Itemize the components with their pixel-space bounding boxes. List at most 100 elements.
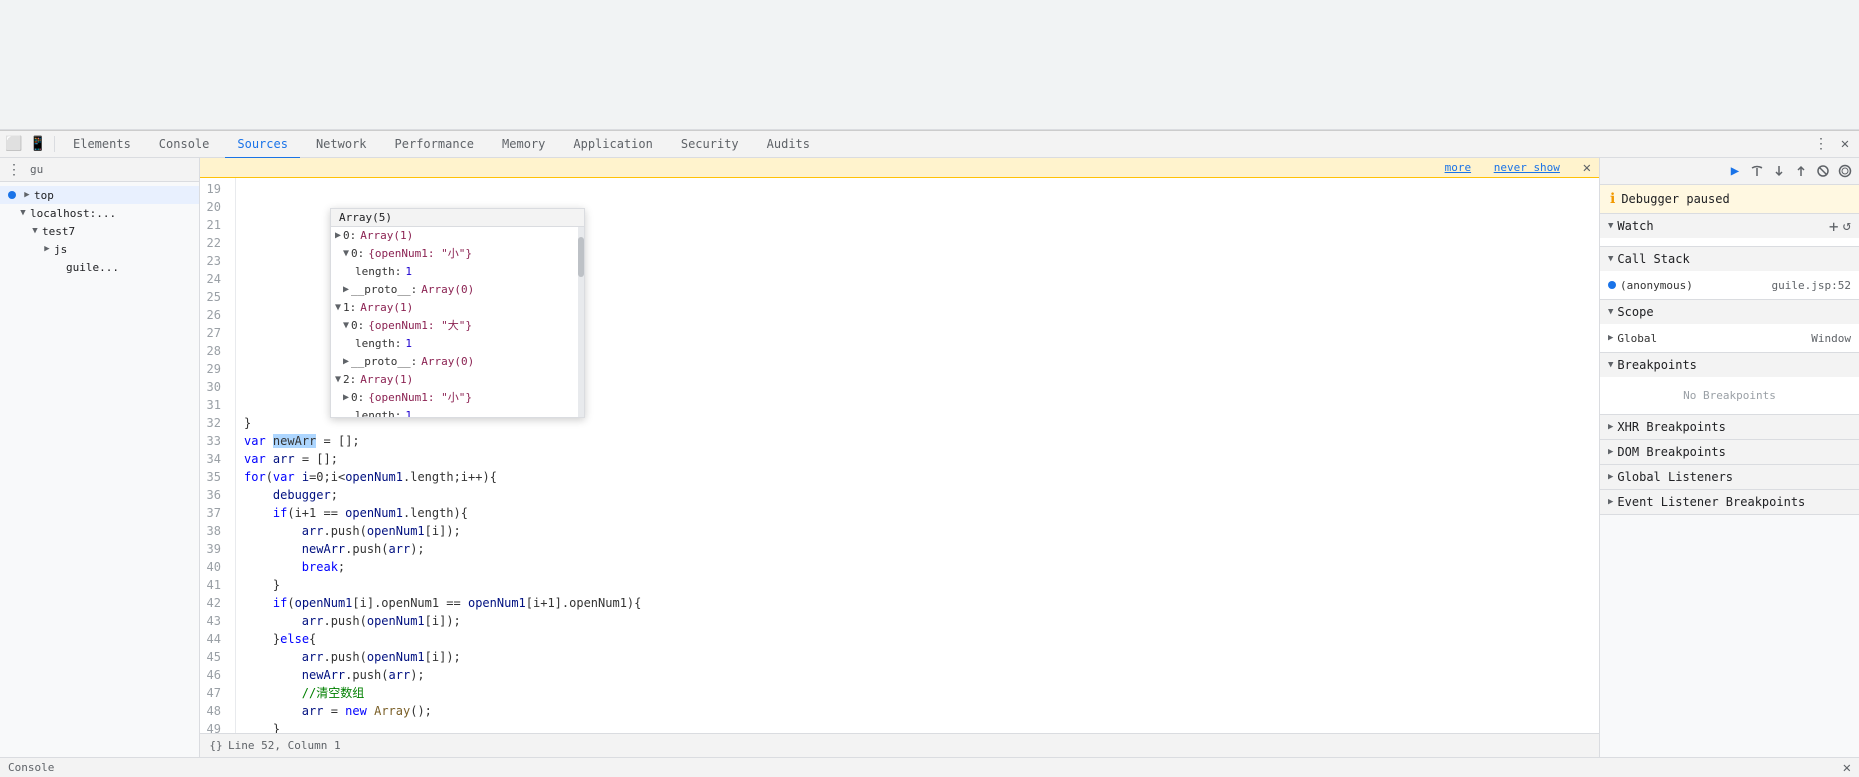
watch-refresh-btn[interactable]: ↺	[1843, 218, 1851, 234]
inspect-element-btn[interactable]: ⬜	[4, 134, 24, 154]
popup-arrow-4[interactable]: ▼	[335, 372, 341, 388]
tree-label-guile: guile...	[66, 261, 119, 274]
xhr-breakpoints-header[interactable]: ▶ XHR Breakpoints	[1600, 415, 1859, 439]
tree-item-top[interactable]: ▶ top	[0, 186, 199, 204]
debugger-panel: ▶	[1599, 158, 1859, 757]
deactivate-breakpoints-btn[interactable]	[1813, 161, 1833, 181]
watch-section-header[interactable]: ▼ Watch + ↺	[1600, 214, 1859, 238]
popup-key-proto-2: __proto__:	[351, 354, 417, 370]
devtools-tab-application[interactable]: Application	[561, 129, 664, 159]
devtools-tab-security[interactable]: Security	[669, 129, 751, 159]
popup-val-5: {openNum1: "小"}	[368, 390, 472, 406]
devtools-tab-network[interactable]: Network	[304, 129, 379, 159]
step-over-btn[interactable]	[1747, 161, 1767, 181]
tree-label-top: top	[34, 189, 54, 202]
popup-item-3[interactable]: ▼ 0: {openNum1: "大"}	[331, 317, 584, 335]
popup-item-1[interactable]: ▼ 0: {openNum1: "小"}	[331, 245, 584, 263]
watch-label: Watch	[1617, 219, 1653, 233]
scope-global-value: Window	[1811, 332, 1851, 345]
tree-arrow-js: ▶	[40, 242, 54, 256]
code-line-46: newArr.push(arr);	[244, 666, 1599, 684]
popup-val-0: Array(1)	[360, 228, 413, 244]
popup-arrow-2[interactable]: ▼	[335, 300, 341, 316]
notif-close-btn[interactable]: ✕	[1583, 160, 1591, 176]
sidebar-more-btn[interactable]: ⋮	[4, 160, 24, 180]
popup-arrow-5[interactable]: ▶	[343, 390, 349, 406]
current-file-label: gu	[26, 163, 47, 176]
event-label: Event Listener Breakpoints	[1617, 495, 1805, 509]
popup-key-2: 1:	[343, 300, 356, 316]
notif-never-link[interactable]: never show	[1494, 161, 1560, 174]
call-stack-content: (anonymous) guile.jsp:52	[1600, 271, 1859, 299]
tree-item-test7[interactable]: ▼ test7	[0, 222, 199, 240]
more-options-btn[interactable]: ⋮	[1811, 134, 1831, 154]
device-toggle-btn[interactable]: 📱	[28, 134, 48, 154]
popup-arrow-0[interactable]: ▶	[335, 228, 341, 244]
tree-arrow-guile: ▶	[52, 260, 66, 274]
popup-arrow-3[interactable]: ▼	[343, 318, 349, 334]
popup-scrollbar[interactable]	[578, 227, 584, 418]
breakpoints-label: Breakpoints	[1617, 358, 1696, 372]
popup-title: Array(5)	[331, 209, 584, 227]
popup-item-0[interactable]: ▶ 0: Array(1)	[331, 227, 584, 245]
popup-scrollbar-thumb[interactable]	[578, 237, 584, 277]
step-into-btn[interactable]	[1769, 161, 1789, 181]
xhr-arrow: ▶	[1608, 422, 1613, 432]
code-line-48: arr = new Array();	[244, 702, 1599, 720]
popup-item-proto-1[interactable]: ▶ __proto__: Array(0)	[331, 281, 584, 299]
resume-btn[interactable]: ▶	[1725, 161, 1745, 181]
browser-chrome	[0, 0, 1859, 130]
devtools-tab-console[interactable]: Console	[147, 129, 222, 159]
tree-item-js[interactable]: ▶ js	[0, 240, 199, 258]
popup-key-4: 2:	[343, 372, 356, 388]
scope-global-row[interactable]: ▶ Global Window	[1608, 328, 1851, 348]
pause-icon: ℹ	[1610, 191, 1615, 207]
event-listener-header[interactable]: ▶ Event Listener Breakpoints	[1600, 490, 1859, 514]
breakpoints-header[interactable]: ▼ Breakpoints	[1600, 353, 1859, 377]
notif-more-link[interactable]: more	[1445, 161, 1472, 174]
scope-label: Scope	[1617, 305, 1653, 319]
call-stack-arrow: ▼	[1608, 254, 1613, 264]
no-breakpoints-text: No Breakpoints	[1608, 381, 1851, 410]
scope-header[interactable]: ▼ Scope	[1600, 300, 1859, 324]
code-block-main: 32 33 34 35 36 37 38 39 40 41 42 43	[200, 414, 1599, 733]
debugger-status: ℹ Debugger paused	[1600, 185, 1859, 214]
close-devtools-btn[interactable]: ✕	[1835, 134, 1855, 154]
devtools-tab-elements[interactable]: Elements	[61, 129, 143, 159]
status-text: Line 52, Column 1	[228, 739, 341, 752]
popup-item-4[interactable]: ▼ 2: Array(1)	[331, 371, 584, 389]
dom-breakpoints-header[interactable]: ▶ DOM Breakpoints	[1600, 440, 1859, 464]
code-line-41: }	[244, 576, 1599, 594]
popup-item-proto-2[interactable]: ▶ __proto__: Array(0)	[331, 353, 584, 371]
popup-arrow-proto-2[interactable]: ▶	[343, 354, 349, 370]
console-bar[interactable]: Console ✕	[0, 757, 1859, 777]
popup-arrow-proto-1[interactable]: ▶	[343, 282, 349, 298]
console-close-btn[interactable]: ✕	[1843, 760, 1851, 776]
devtools-tab-performance[interactable]: Performance	[383, 129, 486, 159]
global-listeners-header[interactable]: ▶ Global Listeners	[1600, 465, 1859, 489]
popup-arrow-1[interactable]: ▼	[343, 246, 349, 262]
call-stack-row-0[interactable]: (anonymous) guile.jsp:52	[1608, 275, 1851, 295]
code-panel: more never show ✕ Array(5) ▶ 0: Array(1)	[200, 158, 1599, 757]
watch-add-btn[interactable]: +	[1829, 217, 1839, 236]
scope-global-name: Global	[1617, 332, 1657, 345]
devtools-tab-audits[interactable]: Audits	[755, 129, 822, 159]
tree-item-localhost[interactable]: ▼ localhost:...	[0, 204, 199, 222]
scope-content: ▶ Global Window	[1600, 324, 1859, 352]
popup-item-2[interactable]: ▼ 1: Array(1)	[331, 299, 584, 317]
event-arrow: ▶	[1608, 497, 1613, 507]
pause-on-exceptions-btn[interactable]	[1835, 161, 1855, 181]
popup-key-length-3: length:	[355, 408, 401, 418]
devtools-tab-sources[interactable]: Sources	[225, 129, 300, 159]
code-line-39: newArr.push(arr);	[244, 540, 1599, 558]
popup-item-5[interactable]: ▶ 0: {openNum1: "小"}	[331, 389, 584, 407]
call-stack-header[interactable]: ▼ Call Stack	[1600, 247, 1859, 271]
code-line-43: arr.push(openNum1[i]);	[244, 612, 1599, 630]
code-line-35: for(var i=0;i<openNum1.length;i++){	[244, 468, 1599, 486]
step-out-btn[interactable]	[1791, 161, 1811, 181]
devtools-tab-memory[interactable]: Memory	[490, 129, 557, 159]
watch-arrow: ▼	[1608, 221, 1613, 231]
code-line-33: var newArr = [];	[244, 432, 1599, 450]
breakpoints-content: No Breakpoints	[1600, 377, 1859, 414]
tree-item-guile[interactable]: ▶ guile...	[0, 258, 199, 276]
